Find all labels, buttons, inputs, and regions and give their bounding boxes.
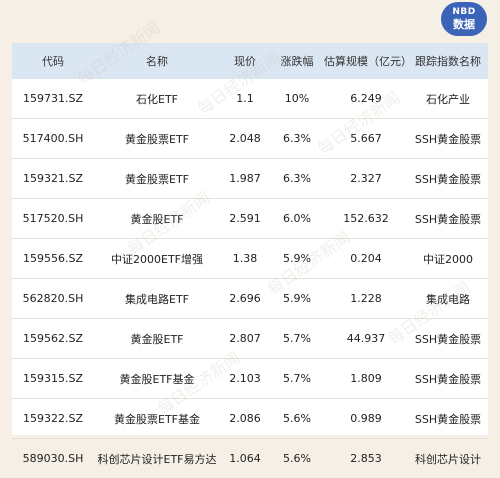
cell-change: 5.7% (270, 359, 324, 399)
cell-code: 159315.SZ (12, 359, 94, 399)
header-price: 现价 (220, 43, 270, 79)
cell-change: 5.6% (270, 439, 324, 478)
cell-index: 石化产业 (408, 79, 488, 119)
cell-code: 159731.SZ (12, 79, 94, 119)
table-row: 589030.SH 科创芯片设计ETF易方达 1.064 5.6% 2.853 … (12, 439, 488, 478)
cell-price: 2.103 (220, 359, 270, 399)
table-row: 159562.SZ 黄金股ETF 2.807 5.7% 44.937 SSH黄金… (12, 319, 488, 359)
cell-price: 2.696 (220, 279, 270, 319)
cell-name: 黄金股ETF (94, 199, 220, 239)
cell-price: 2.591 (220, 199, 270, 239)
cell-scale: 152.632 (324, 199, 408, 239)
cell-name: 集成电路ETF (94, 279, 220, 319)
table-row: 159556.SZ 中证2000ETF增强 1.38 5.9% 0.204 中证… (12, 239, 488, 279)
cell-code: 517520.SH (12, 199, 94, 239)
cell-index: 中证2000 (408, 239, 488, 279)
table-row: 562820.SH 集成电路ETF 2.696 5.9% 1.228 集成电路 (12, 279, 488, 319)
header-scale: 估算规模（亿元） (324, 43, 408, 79)
cell-code: 517400.SH (12, 119, 94, 159)
cell-index: SSH黄金股票 (408, 119, 488, 159)
cell-scale: 5.667 (324, 119, 408, 159)
cell-scale: 2.327 (324, 159, 408, 199)
cell-code: 562820.SH (12, 279, 94, 319)
header-name: 名称 (94, 43, 220, 79)
cell-name: 黄金股票ETF (94, 119, 220, 159)
cell-name: 黄金股ETF (94, 319, 220, 359)
cell-code: 159322.SZ (12, 399, 94, 439)
cell-code: 589030.SH (12, 439, 94, 478)
cell-scale: 6.249 (324, 79, 408, 119)
etf-table-card: 代码 名称 现价 涨跌幅 估算规模（亿元） 跟踪指数名称 159731.SZ 石… (12, 43, 488, 435)
cell-index: SSH黄金股票 (408, 199, 488, 239)
etf-gainers-table: 代码 名称 现价 涨跌幅 估算规模（亿元） 跟踪指数名称 159731.SZ 石… (12, 43, 488, 478)
cell-price: 1.987 (220, 159, 270, 199)
cell-price: 1.064 (220, 439, 270, 478)
cell-index: SSH黄金股票 (408, 319, 488, 359)
header-index: 跟踪指数名称 (408, 43, 488, 79)
cell-price: 2.086 (220, 399, 270, 439)
cell-index: 科创芯片设计 (408, 439, 488, 478)
cell-name: 中证2000ETF增强 (94, 239, 220, 279)
logo-text-data: 数据 (441, 18, 487, 32)
table-row: 159315.SZ 黄金股ETF基金 2.103 5.7% 1.809 SSH黄… (12, 359, 488, 399)
cell-scale: 2.853 (324, 439, 408, 478)
cell-scale: 1.809 (324, 359, 408, 399)
cell-scale: 44.937 (324, 319, 408, 359)
header-code: 代码 (12, 43, 94, 79)
table-row: 159731.SZ 石化ETF 1.1 10% 6.249 石化产业 (12, 79, 488, 119)
cell-change: 6.3% (270, 159, 324, 199)
cell-price: 1.1 (220, 79, 270, 119)
cell-change: 5.9% (270, 239, 324, 279)
header-change: 涨跌幅 (270, 43, 324, 79)
cell-price: 2.807 (220, 319, 270, 359)
cell-change: 5.7% (270, 319, 324, 359)
cell-name: 科创芯片设计ETF易方达 (94, 439, 220, 478)
cell-code: 159562.SZ (12, 319, 94, 359)
cell-code: 159321.SZ (12, 159, 94, 199)
table-row: 159321.SZ 黄金股票ETF 1.987 6.3% 2.327 SSH黄金… (12, 159, 488, 199)
table-row: 159322.SZ 黄金股票ETF基金 2.086 5.6% 0.989 SSH… (12, 399, 488, 439)
cell-scale: 0.989 (324, 399, 408, 439)
table-header-row: 代码 名称 现价 涨跌幅 估算规模（亿元） 跟踪指数名称 (12, 43, 488, 79)
cell-price: 1.38 (220, 239, 270, 279)
cell-index: 集成电路 (408, 279, 488, 319)
cell-change: 6.3% (270, 119, 324, 159)
cell-change: 5.9% (270, 279, 324, 319)
cell-index: SSH黄金股票 (408, 359, 488, 399)
cell-index: SSH黄金股票 (408, 399, 488, 439)
cell-change: 5.6% (270, 399, 324, 439)
cell-name: 石化ETF (94, 79, 220, 119)
table-row: 517520.SH 黄金股ETF 2.591 6.0% 152.632 SSH黄… (12, 199, 488, 239)
cell-name: 黄金股票ETF (94, 159, 220, 199)
nbd-data-logo: NBD 数据 (441, 2, 487, 36)
table-row: 517400.SH 黄金股票ETF 2.048 6.3% 5.667 SSH黄金… (12, 119, 488, 159)
cell-change: 10% (270, 79, 324, 119)
logo-text-nbd: NBD (441, 2, 487, 18)
cell-change: 6.0% (270, 199, 324, 239)
cell-code: 159556.SZ (12, 239, 94, 279)
cell-price: 2.048 (220, 119, 270, 159)
cell-scale: 0.204 (324, 239, 408, 279)
cell-index: SSH黄金股票 (408, 159, 488, 199)
cell-name: 黄金股ETF基金 (94, 359, 220, 399)
cell-scale: 1.228 (324, 279, 408, 319)
cell-name: 黄金股票ETF基金 (94, 399, 220, 439)
